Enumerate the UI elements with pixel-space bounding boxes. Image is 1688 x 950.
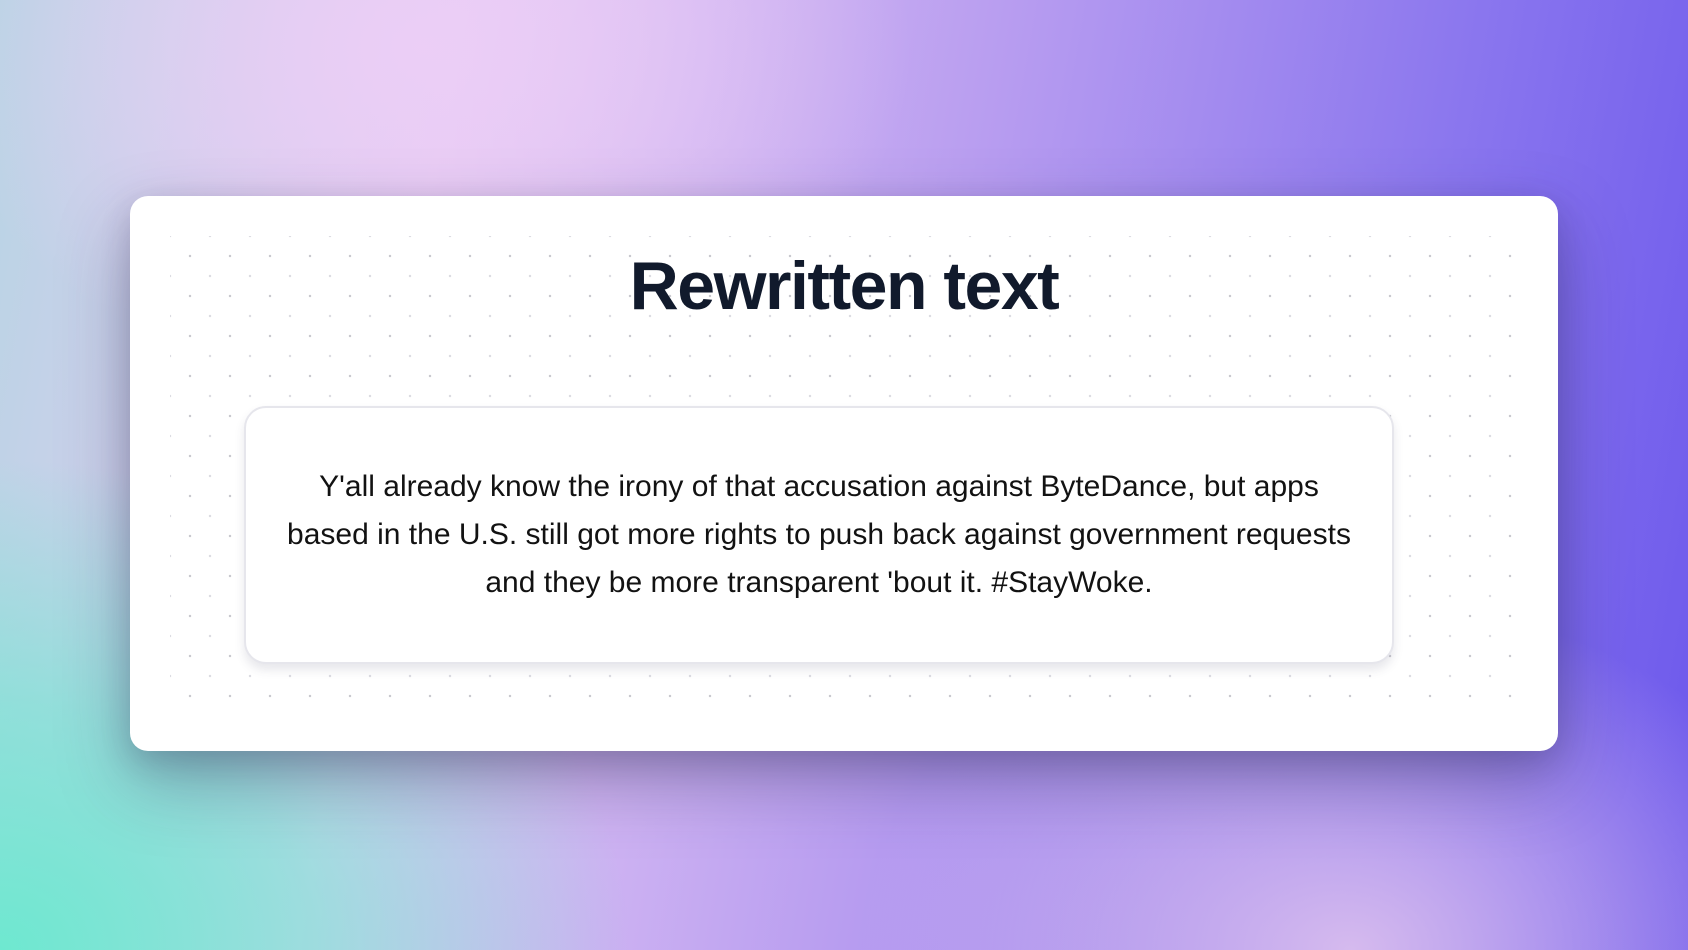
rewritten-text-box: Y'all already know the irony of that acc… xyxy=(244,406,1394,664)
rewritten-text-card: Rewritten text Y'all already know the ir… xyxy=(130,196,1558,751)
rewritten-text-content: Y'all already know the irony of that acc… xyxy=(287,470,1351,599)
card-title: Rewritten text xyxy=(629,248,1060,324)
